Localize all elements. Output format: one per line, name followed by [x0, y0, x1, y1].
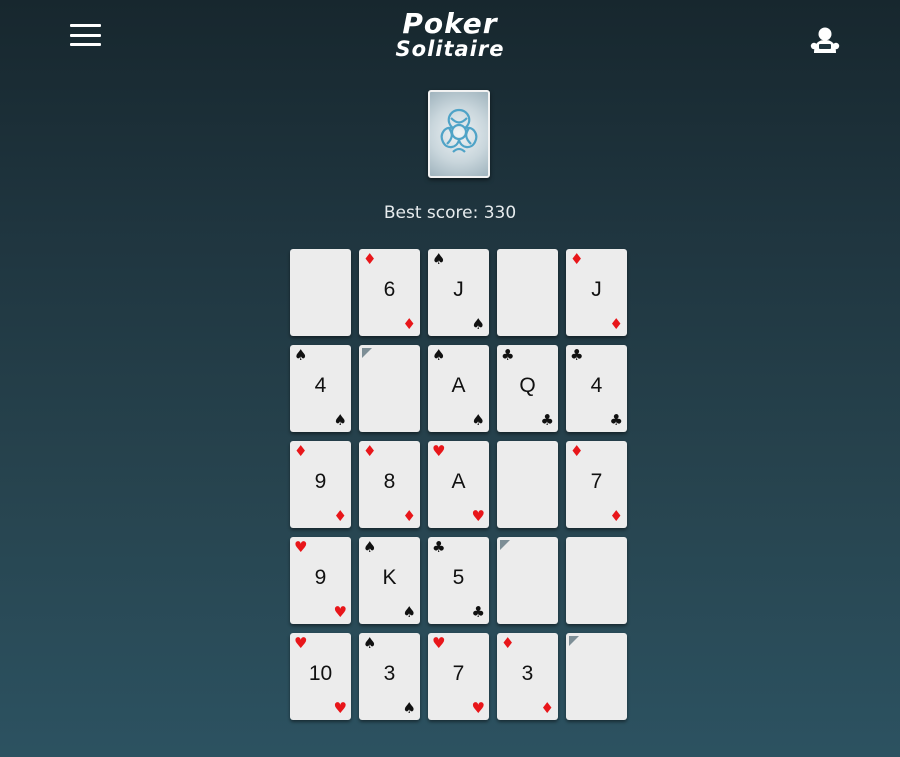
card[interactable]: ♣ 4 ♣	[566, 345, 627, 432]
player-profile-icon[interactable]	[808, 26, 842, 54]
title-line-2: Solitaire	[395, 37, 505, 61]
empty-slot[interactable]	[290, 249, 351, 336]
marked-empty-slot[interactable]	[359, 345, 420, 432]
hearts-suit-icon: ♥	[333, 603, 347, 621]
card[interactable]: ♥ 10 ♥	[290, 633, 351, 720]
spades-suit-icon: ♠	[432, 250, 446, 268]
diamonds-suit-icon: ♦	[609, 315, 623, 333]
card[interactable]: ♦ 3 ♦	[497, 633, 558, 720]
card[interactable]: ♦ J ♦	[566, 249, 627, 336]
card[interactable]: ♦ 9 ♦	[290, 441, 351, 528]
spades-suit-icon: ♠	[432, 346, 446, 364]
card[interactable]: ♥ 7 ♥	[428, 633, 489, 720]
corner-marker-icon	[500, 540, 510, 550]
hearts-suit-icon: ♥	[432, 634, 446, 652]
empty-slot[interactable]	[566, 537, 627, 624]
card-rank: 6	[383, 278, 396, 301]
spades-suit-icon: ♠	[471, 315, 485, 333]
spades-suit-icon: ♠	[333, 411, 347, 429]
corner-marker-icon	[362, 348, 372, 358]
hearts-suit-icon: ♥	[471, 699, 485, 717]
profile-svg	[810, 27, 840, 53]
diamonds-suit-icon: ♦	[363, 442, 377, 460]
card[interactable]: ♠ J ♠	[428, 249, 489, 336]
card-rank: A	[451, 374, 466, 397]
clubs-suit-icon: ♣	[501, 346, 515, 364]
card-rank: 8	[383, 470, 396, 493]
card-grid: ♦ 6 ♦ ♠ J ♠ ♦ J ♦ ♠ 4 ♠ ♠ A ♠ ♣ Q ♣ ♣ 4 ♣ ♦ 9 ♦ ♦ 8 ♦ ♥ A ♥ ♦ 7 ♦ ♥ 9 ♥ ♠ K ♠ ♣…	[290, 249, 627, 720]
hearts-suit-icon: ♥	[432, 442, 446, 460]
card-rank: 3	[383, 662, 396, 685]
title-line-1: Poker	[402, 7, 498, 40]
card[interactable]: ♠ 4 ♠	[290, 345, 351, 432]
card-rank: 4	[590, 374, 603, 397]
card[interactable]: ♦ 6 ♦	[359, 249, 420, 336]
diamonds-suit-icon: ♦	[363, 250, 377, 268]
spades-suit-icon: ♠	[363, 634, 377, 652]
card-rank: J	[591, 278, 602, 301]
spades-suit-icon: ♠	[402, 603, 416, 621]
diamonds-suit-icon: ♦	[333, 507, 347, 525]
card-rank: A	[451, 470, 466, 493]
spades-suit-icon: ♠	[402, 699, 416, 717]
draw-pile[interactable]	[428, 90, 490, 178]
card[interactable]: ♥ A ♥	[428, 441, 489, 528]
card[interactable]: ♦ 8 ♦	[359, 441, 420, 528]
card-rank: 7	[590, 470, 603, 493]
card[interactable]: ♠ 3 ♠	[359, 633, 420, 720]
card[interactable]: ♠ K ♠	[359, 537, 420, 624]
card[interactable]: ♠ A ♠	[428, 345, 489, 432]
clubs-suit-icon: ♣	[432, 538, 446, 556]
clubs-suit-icon: ♣	[471, 603, 485, 621]
diamonds-suit-icon: ♦	[501, 634, 515, 652]
diamonds-suit-icon: ♦	[570, 442, 584, 460]
diamonds-suit-icon: ♦	[402, 315, 416, 333]
marked-empty-slot[interactable]	[497, 537, 558, 624]
card[interactable]: ♣ Q ♣	[497, 345, 558, 432]
card-rank: J	[453, 278, 464, 301]
empty-slot[interactable]	[497, 249, 558, 336]
card-rank: 4	[314, 374, 327, 397]
empty-slot[interactable]	[497, 441, 558, 528]
clubs-suit-icon: ♣	[540, 411, 554, 429]
card-rank: K	[382, 566, 397, 589]
hearts-suit-icon: ♥	[471, 507, 485, 525]
hearts-suit-icon: ♥	[294, 538, 308, 556]
clubs-suit-icon: ♣	[609, 411, 623, 429]
diamonds-suit-icon: ♦	[609, 507, 623, 525]
card-rank: 9	[314, 566, 327, 589]
diamonds-suit-icon: ♦	[570, 250, 584, 268]
corner-marker-icon	[569, 636, 579, 646]
card[interactable]: ♥ 9 ♥	[290, 537, 351, 624]
best-score: Best score: 330	[383, 203, 517, 223]
spades-suit-icon: ♠	[294, 346, 308, 364]
spades-suit-icon: ♠	[363, 538, 377, 556]
card[interactable]: ♣ 5 ♣	[428, 537, 489, 624]
diamonds-suit-icon: ♦	[294, 442, 308, 460]
card-rank: Q	[519, 374, 536, 397]
card-rank: 9	[314, 470, 327, 493]
card-rank: 10	[308, 662, 333, 685]
marked-empty-slot[interactable]	[566, 633, 627, 720]
card[interactable]: ♦ 7 ♦	[566, 441, 627, 528]
spades-suit-icon: ♠	[471, 411, 485, 429]
diamonds-suit-icon: ♦	[402, 507, 416, 525]
card-rank: 7	[452, 662, 465, 685]
clubs-suit-icon: ♣	[570, 346, 584, 364]
card-back-knot-icon	[440, 108, 478, 153]
hearts-suit-icon: ♥	[294, 634, 308, 652]
diamonds-suit-icon: ♦	[540, 699, 554, 717]
card-rank: 3	[521, 662, 534, 685]
hearts-suit-icon: ♥	[333, 699, 347, 717]
game-title: Poker Solitaire	[0, 10, 900, 60]
card-rank: 5	[452, 566, 465, 589]
